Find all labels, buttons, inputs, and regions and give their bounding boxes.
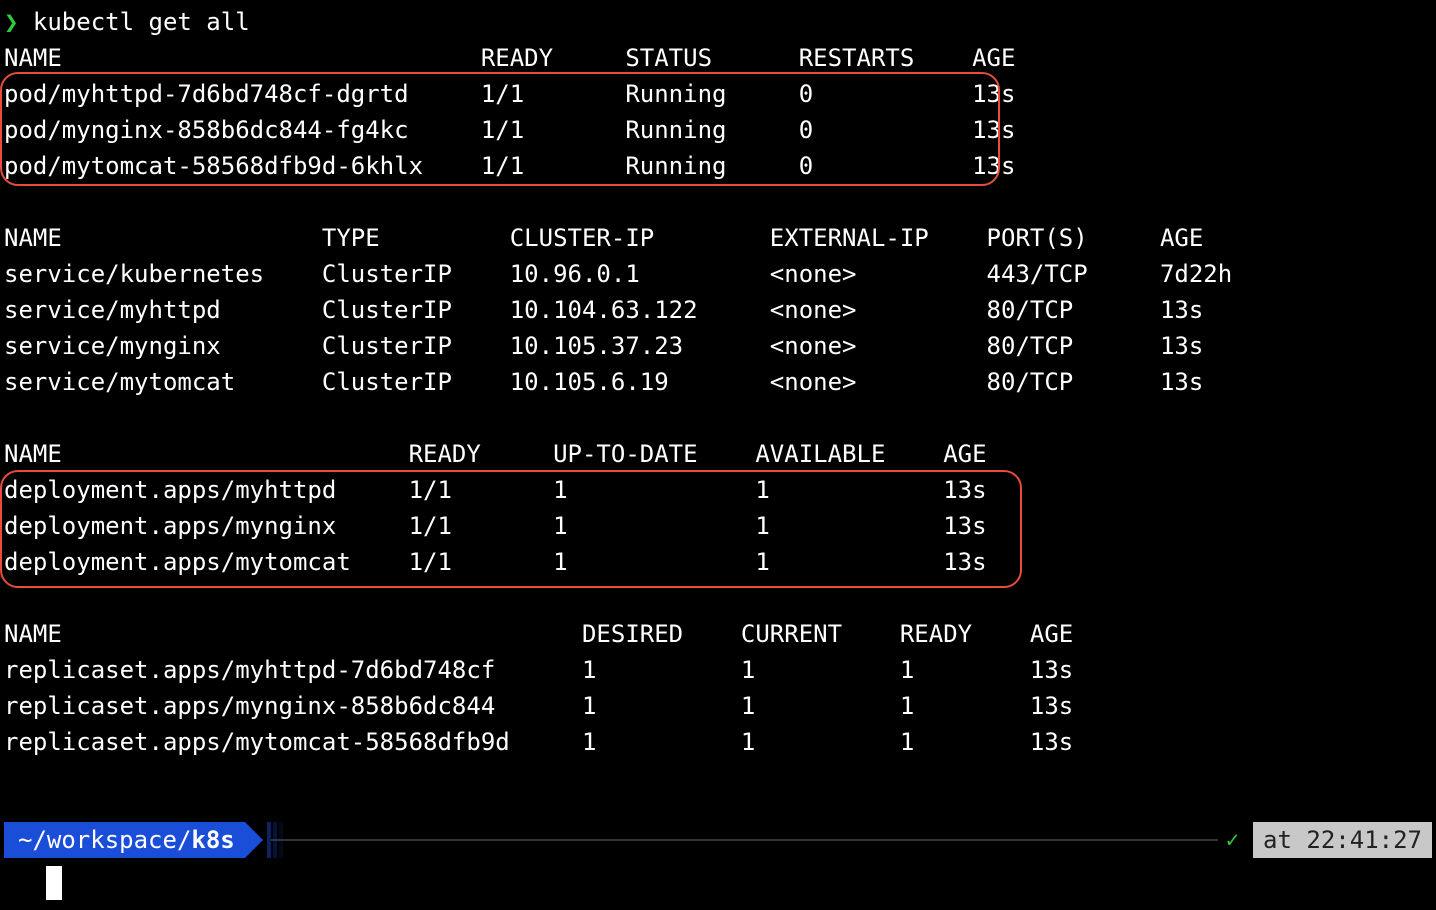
status-bar: ~/workspace/k8s ✓ at 22:41:27 (4, 820, 1432, 860)
time-prefix: at (1263, 826, 1306, 854)
table-row: replicaset.apps/mytomcat-58568dfb9d 1 1 … (4, 724, 1432, 760)
table-header: NAME TYPE CLUSTER-IP EXTERNAL-IP PORT(S)… (4, 220, 1432, 256)
terminal[interactable]: ❯ kubectl get all NAME READY STATUS REST… (0, 0, 1436, 760)
status-right: ✓ at 22:41:27 (1226, 822, 1432, 858)
table-header: NAME DESIRED CURRENT READY AGE (4, 616, 1432, 652)
status-left: ~/workspace/k8s (4, 822, 263, 858)
terminal-cursor[interactable] (46, 866, 62, 900)
prompt-line: ❯ kubectl get all (4, 4, 1432, 40)
table-row: pod/myhttpd-7d6bd748cf-dgrtd 1/1 Running… (4, 76, 1432, 112)
table-header: NAME READY UP-TO-DATE AVAILABLE AGE (4, 436, 1432, 472)
blank-line (4, 580, 1432, 616)
blank-line (4, 184, 1432, 220)
table-row: deployment.apps/myhttpd 1/1 1 1 13s (4, 472, 1432, 508)
table-row: pod/mynginx-858b6dc844-fg4kc 1/1 Running… (4, 112, 1432, 148)
table-row: service/mytomcat ClusterIP 10.105.6.19 <… (4, 364, 1432, 400)
table-row: pod/mytomcat-58568dfb9d-6khlx 1/1 Runnin… (4, 148, 1432, 184)
table-row: service/kubernetes ClusterIP 10.96.0.1 <… (4, 256, 1432, 292)
cwd-prefix: ~/workspace/ (18, 822, 191, 858)
table-row: replicaset.apps/myhttpd-7d6bd748cf 1 1 1… (4, 652, 1432, 688)
powerline-arrow-icon (245, 822, 263, 858)
time-value: 22:41:27 (1306, 826, 1422, 854)
cwd-last: k8s (191, 822, 234, 858)
time-segment: at 22:41:27 (1253, 822, 1432, 858)
table-row: replicaset.apps/mynginx-858b6dc844 1 1 1… (4, 688, 1432, 724)
cwd-segment: ~/workspace/k8s (4, 822, 245, 858)
prompt-symbol: ❯ (4, 8, 18, 36)
pods-table: NAME READY STATUS RESTARTS AGE pod/myhtt… (4, 40, 1432, 184)
table-header: NAME READY STATUS RESTARTS AGE (4, 40, 1432, 76)
command-text: kubectl get all (33, 8, 250, 36)
replicasets-table: NAME DESIRED CURRENT READY AGE replicase… (4, 616, 1432, 760)
table-row: deployment.apps/mytomcat 1/1 1 1 13s (4, 544, 1432, 580)
success-check-icon: ✓ (1226, 824, 1239, 857)
table-row: service/mynginx ClusterIP 10.105.37.23 <… (4, 328, 1432, 364)
services-table: NAME TYPE CLUSTER-IP EXTERNAL-IP PORT(S)… (4, 220, 1432, 400)
table-row: deployment.apps/mynginx 1/1 1 1 13s (4, 508, 1432, 544)
table-row: service/myhttpd ClusterIP 10.104.63.122 … (4, 292, 1432, 328)
blank-line (4, 400, 1432, 436)
deployments-table: NAME READY UP-TO-DATE AVAILABLE AGE depl… (4, 436, 1432, 580)
status-separator (271, 839, 1218, 841)
